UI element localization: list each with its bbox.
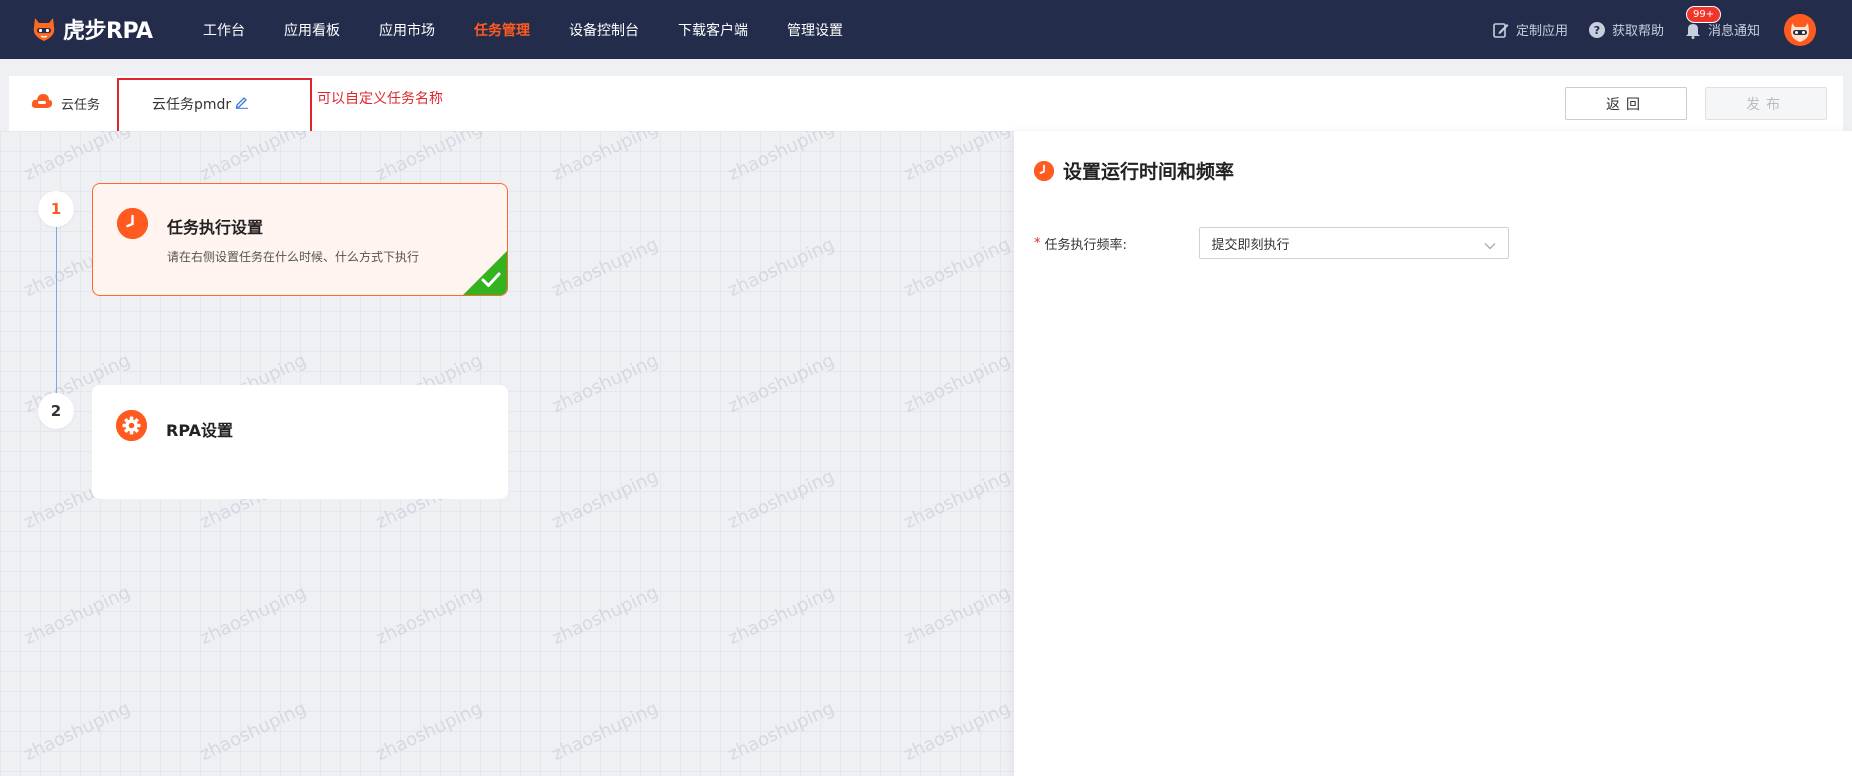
- nav-item-download-client[interactable]: 下载客户端: [678, 20, 748, 40]
- watermark-text: zhaoshuping: [724, 465, 838, 534]
- section-label: 云任务: [61, 97, 101, 113]
- clock-icon: [117, 208, 148, 239]
- task-name-editor[interactable]: 云任务pmdr: [152, 94, 249, 114]
- watermark-text: zhaoshuping: [548, 131, 662, 186]
- avatar-icon: [1784, 13, 1816, 46]
- watermark-text: zhaoshuping: [900, 465, 1014, 534]
- step-number-2: 2: [38, 393, 74, 429]
- watermark-text: zhaoshuping: [548, 697, 662, 766]
- step-number-1: 1: [38, 191, 74, 227]
- notifications-link[interactable]: 99+ 消息通知: [1684, 6, 1760, 39]
- step-card-task-execution[interactable]: 任务执行设置 请在右侧设置任务在什么时候、什么方式下执行: [92, 183, 508, 296]
- frequency-selected-value: 提交即刻执行: [1211, 237, 1290, 253]
- pencil-icon[interactable]: [235, 95, 249, 113]
- task-header: 云任务 云任务pmdr 可以自定义任务名称 返回 发布: [9, 76, 1843, 136]
- watermark-text: zhaoshuping: [20, 697, 134, 766]
- question-icon: ?: [1588, 21, 1606, 39]
- gear-icon: [116, 410, 147, 441]
- watermark-text: zhaoshuping: [724, 349, 838, 418]
- required-mark: *: [1034, 235, 1041, 251]
- task-name-text[interactable]: 云任务pmdr: [152, 94, 231, 114]
- frequency-field-row: * 任务执行频率: 提交即刻执行: [1034, 227, 1509, 259]
- settings-panel: 设置运行时间和频率 * 任务执行频率: 提交即刻执行: [1014, 131, 1852, 776]
- chevron-down-icon: [1484, 239, 1496, 250]
- watermark-text: zhaoshuping: [724, 697, 838, 766]
- edit-icon: [1492, 21, 1510, 39]
- help-link[interactable]: ? 获取帮助: [1588, 20, 1664, 39]
- nav-item-device-console[interactable]: 设备控制台: [569, 20, 639, 40]
- nav-item-app-market[interactable]: 应用市场: [379, 20, 435, 40]
- check-icon: [481, 271, 501, 289]
- bell-icon: [1684, 21, 1702, 39]
- nav-item-workbench[interactable]: 工作台: [203, 20, 245, 40]
- nav-item-task-management[interactable]: 任务管理: [474, 20, 530, 40]
- panel-header: 设置运行时间和频率: [1034, 157, 1234, 184]
- step-title: 任务执行设置: [167, 218, 264, 237]
- watermark-text: zhaoshuping: [196, 131, 310, 186]
- nav-item-app-dashboard[interactable]: 应用看板: [284, 20, 340, 40]
- svg-text:?: ?: [1594, 24, 1600, 37]
- step-description: 请在右侧设置任务在什么时候、什么方式下执行: [167, 250, 420, 264]
- frequency-select[interactable]: 提交即刻执行: [1198, 227, 1509, 259]
- watermark-text: zhaoshuping: [548, 465, 662, 534]
- annotation-note: 可以自定义任务名称: [317, 91, 443, 107]
- watermark-text: zhaoshuping: [724, 233, 838, 302]
- watermark-text: zhaoshuping: [548, 581, 662, 650]
- watermark-text: zhaoshuping: [372, 131, 486, 186]
- watermark-text: zhaoshuping: [548, 233, 662, 302]
- clock-icon: [1034, 160, 1054, 181]
- cloud-task-breadcrumb: 云任务: [31, 93, 100, 113]
- brand-logo[interactable]: 虎步RPA: [30, 11, 153, 47]
- step-card-rpa-settings[interactable]: RPA设置: [92, 385, 508, 499]
- back-button[interactable]: 返回: [1565, 87, 1687, 120]
- publish-button[interactable]: 发布: [1705, 87, 1827, 120]
- watermark-text: zhaoshuping: [900, 131, 1014, 186]
- help-label: 获取帮助: [1611, 24, 1664, 39]
- main-nav: 工作台 应用看板 应用市场 任务管理 设备控制台 下载客户端 管理设置: [203, 0, 882, 59]
- panel-title: 设置运行时间和频率: [1063, 161, 1235, 183]
- watermark-text: zhaoshuping: [196, 697, 310, 766]
- watermark-text: zhaoshuping: [724, 581, 838, 650]
- step-title: RPA设置: [166, 421, 233, 440]
- notification-badge: 99+: [1685, 6, 1722, 23]
- watermark-text: zhaoshuping: [20, 131, 134, 186]
- custom-app-link[interactable]: 定制应用: [1492, 20, 1568, 39]
- watermark-text: zhaoshuping: [372, 697, 486, 766]
- watermark-text: zhaoshuping: [20, 581, 134, 650]
- user-avatar[interactable]: [1784, 13, 1816, 46]
- frequency-label: 任务执行频率:: [1044, 237, 1127, 253]
- watermark-text: zhaoshuping: [372, 581, 486, 650]
- notifications-label: 消息通知: [1707, 24, 1760, 39]
- watermark-text: zhaoshuping: [548, 349, 662, 418]
- tiger-logo-icon: [30, 14, 58, 44]
- watermark-text: zhaoshuping: [900, 581, 1014, 650]
- watermark-text: zhaoshuping: [900, 349, 1014, 418]
- top-right-actions: 定制应用 ? 获取帮助 99+ 消息通知: [1472, 0, 1816, 59]
- nav-item-admin-settings[interactable]: 管理设置: [787, 20, 843, 40]
- watermark-text: zhaoshuping: [900, 233, 1014, 302]
- step-connector-line: [56, 222, 57, 412]
- watermark-text: zhaoshuping: [900, 697, 1014, 766]
- watermark-text: zhaoshuping: [724, 131, 838, 186]
- cloud-icon: [31, 93, 53, 113]
- watermark-text: zhaoshuping: [196, 581, 310, 650]
- top-navigation-bar: 虎步RPA 工作台 应用看板 应用市场 任务管理 设备控制台 下载客户端 管理设…: [0, 0, 1852, 59]
- brand-name: 虎步RPA: [63, 19, 153, 44]
- custom-app-label: 定制应用: [1515, 24, 1568, 39]
